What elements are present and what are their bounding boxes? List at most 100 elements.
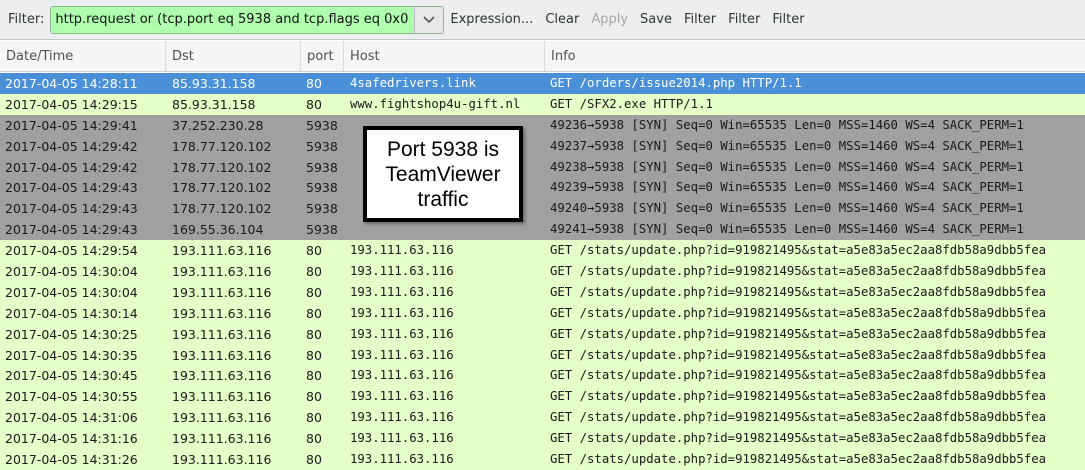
cell-host: 193.111.63.116: [350, 326, 454, 341]
cell-date: 2017-04-05 14:30:55: [5, 389, 138, 405]
apply-button[interactable]: Apply: [591, 12, 628, 27]
table-row[interactable]: 2017-04-05 14:30:55 193.111.63.116 80 193.1…: [0, 386, 1085, 408]
cell-date: 2017-04-05 14:30:04: [5, 284, 138, 300]
cell-port: 80: [306, 96, 322, 112]
cell-info: GET /SFX2.exe HTTP/1.1: [550, 96, 713, 111]
cell-info: GET /stats/update.php?id=919821495&stat=…: [550, 368, 1047, 383]
cell-dst: 178.77.120.102: [172, 180, 272, 196]
column-header-port[interactable]: port: [301, 41, 344, 71]
column-header-dst[interactable]: Dst: [166, 41, 301, 71]
cell-port: 5938: [306, 117, 338, 133]
cell-info: 49236→5938 [SYN] Seq=0 Win=65535 Len=0 M…: [550, 117, 1024, 132]
filter-button-1[interactable]: Filter: [684, 12, 716, 27]
table-row[interactable]: 2017-04-05 14:28:11 85.93.31.158 80 4safedr…: [0, 73, 1085, 94]
cell-dst: 193.111.63.116: [172, 284, 272, 300]
cell-dst: 178.77.120.102: [172, 201, 272, 217]
cell-dst: 193.111.63.116: [172, 347, 272, 363]
table-row[interactable]: 2017-04-05 14:29:54 193.111.63.116 80 193.1…: [0, 240, 1085, 262]
packet-list-header: Date/Time Dst port Host Info: [0, 41, 1085, 72]
table-row[interactable]: 2017-04-05 14:29:43 178.77.120.102 5938 492…: [0, 177, 1085, 199]
cell-date: 2017-04-05 14:29:42: [5, 159, 138, 175]
cell-date: 2017-04-05 14:30:35: [5, 347, 138, 363]
table-row[interactable]: 2017-04-05 14:30:45 193.111.63.116 80 193.1…: [0, 365, 1085, 387]
cell-info: GET /stats/update.php?id=919821495&stat=…: [550, 347, 1047, 362]
cell-info: 49240→5938 [SYN] Seq=0 Win=65535 Len=0 M…: [550, 201, 1024, 216]
packet-list: 2017-04-05 14:28:11 85.93.31.158 80 4safedr…: [0, 73, 1085, 470]
cell-info: 49238→5938 [SYN] Seq=0 Win=65535 Len=0 M…: [550, 159, 1024, 174]
cell-date: 2017-04-05 14:30:25: [5, 326, 138, 342]
expression-button[interactable]: Expression...: [450, 12, 533, 27]
filter-button-2[interactable]: Filter: [728, 12, 760, 27]
cell-info: GET /stats/update.php?id=919821495&stat=…: [550, 410, 1047, 425]
table-row[interactable]: 2017-04-05 14:31:26 193.111.63.116 80 193.1…: [0, 449, 1085, 470]
cell-host: 193.111.63.116: [350, 284, 454, 299]
table-row[interactable]: 2017-04-05 14:29:15 85.93.31.158 80 www.fig…: [0, 93, 1085, 115]
cell-port: 80: [306, 431, 322, 447]
cell-host: 193.111.63.116: [350, 243, 454, 258]
table-row[interactable]: 2017-04-05 14:30:04 193.111.63.116 80 193.1…: [0, 281, 1085, 303]
cell-date: 2017-04-05 14:30:45: [5, 368, 138, 384]
filter-label: Filter:: [8, 12, 45, 27]
filter-input[interactable]: [51, 6, 415, 33]
column-header-info[interactable]: Info: [545, 41, 1085, 71]
table-row[interactable]: 2017-04-05 14:30:04 193.111.63.116 80 193.1…: [0, 261, 1085, 282]
display-filter-toolbar: Filter: Expression... Clear Apply Save F…: [0, 0, 1085, 40]
cell-port: 80: [306, 326, 322, 342]
cell-dst: 85.93.31.158: [172, 96, 256, 112]
cell-info: GET /orders/issue2014.php HTTP/1.1: [550, 76, 802, 90]
filter-history-dropdown[interactable]: [414, 6, 444, 33]
table-row[interactable]: 2017-04-05 14:30:35 193.111.63.116 80 193.1…: [0, 344, 1085, 366]
cell-port: 80: [306, 243, 322, 259]
cell-info: 49239→5938 [SYN] Seq=0 Win=65535 Len=0 M…: [550, 180, 1024, 195]
cell-info: GET /stats/update.php?id=919821495&stat=…: [550, 243, 1047, 258]
column-header-datetime[interactable]: Date/Time: [0, 41, 166, 71]
filter-button-3[interactable]: Filter: [772, 12, 804, 27]
cell-port: 80: [306, 347, 322, 363]
cell-host: 193.111.63.116: [350, 410, 454, 425]
cell-date: 2017-04-05 14:29:54: [5, 243, 138, 259]
cell-date: 2017-04-05 14:30:14: [5, 305, 138, 321]
cell-port: 80: [306, 76, 322, 91]
annotation-callout: Port 5938 is TeamViewer traffic: [363, 126, 523, 222]
table-row[interactable]: 2017-04-05 14:30:25 193.111.63.116 80 193.1…: [0, 323, 1085, 345]
cell-date: 2017-04-05 14:31:06: [5, 410, 138, 426]
cell-port: 80: [306, 452, 322, 468]
cell-date: 2017-04-05 14:31:16: [5, 431, 138, 447]
cell-host: 193.111.63.116: [350, 264, 454, 279]
cell-port: 5938: [306, 138, 338, 154]
cell-date: 2017-04-05 14:30:04: [5, 264, 138, 280]
table-row[interactable]: 2017-04-05 14:31:16 193.111.63.116 80 193.1…: [0, 428, 1085, 450]
cell-date: 2017-04-05 14:29:41: [5, 117, 138, 133]
table-row[interactable]: 2017-04-05 14:29:43 169.55.36.104 5938 4924…: [0, 219, 1085, 241]
cell-port: 80: [306, 264, 322, 280]
cell-info: 49241→5938 [SYN] Seq=0 Win=65535 Len=0 M…: [550, 222, 1024, 237]
cell-date: 2017-04-05 14:29:43: [5, 222, 138, 238]
cell-dst: 37.252.230.28: [172, 117, 264, 133]
cell-host: www.fightshop4u-gift.nl: [350, 96, 521, 111]
table-row[interactable]: 2017-04-05 14:31:06 193.111.63.116 80 193.1…: [0, 407, 1085, 429]
cell-date: 2017-04-05 14:31:26: [5, 452, 138, 468]
table-row[interactable]: 2017-04-05 14:29:42 178.77.120.102 5938 492…: [0, 135, 1085, 157]
cell-info: GET /stats/update.php?id=919821495&stat=…: [550, 431, 1047, 446]
save-button[interactable]: Save: [640, 12, 672, 27]
chevron-down-icon: [423, 15, 435, 23]
cell-port: 80: [306, 410, 322, 426]
cell-dst: 193.111.63.116: [172, 264, 272, 280]
cell-info: GET /stats/update.php?id=919821495&stat=…: [550, 305, 1047, 320]
cell-host: 193.111.63.116: [350, 368, 454, 383]
column-header-host[interactable]: Host: [344, 41, 545, 71]
cell-host: 193.111.63.116: [350, 452, 454, 467]
cell-port: 5938: [306, 180, 338, 196]
cell-host: 193.111.63.116: [350, 305, 454, 320]
cell-date: 2017-04-05 14:29:42: [5, 138, 138, 154]
table-row[interactable]: 2017-04-05 14:29:42 178.77.120.102 5938 492…: [0, 156, 1085, 178]
cell-info: GET /stats/update.php?id=919821495&stat=…: [550, 284, 1047, 299]
callout-line: traffic: [417, 188, 469, 211]
cell-port: 5938: [306, 201, 338, 217]
cell-host: 193.111.63.116: [350, 431, 454, 446]
cell-port: 80: [306, 305, 322, 321]
clear-button[interactable]: Clear: [545, 12, 579, 27]
table-row[interactable]: 2017-04-05 14:29:43 178.77.120.102 5938 492…: [0, 198, 1085, 220]
table-row[interactable]: 2017-04-05 14:29:41 37.252.230.28 5938 4923…: [0, 114, 1085, 136]
table-row[interactable]: 2017-04-05 14:30:14 193.111.63.116 80 193.1…: [0, 302, 1085, 324]
